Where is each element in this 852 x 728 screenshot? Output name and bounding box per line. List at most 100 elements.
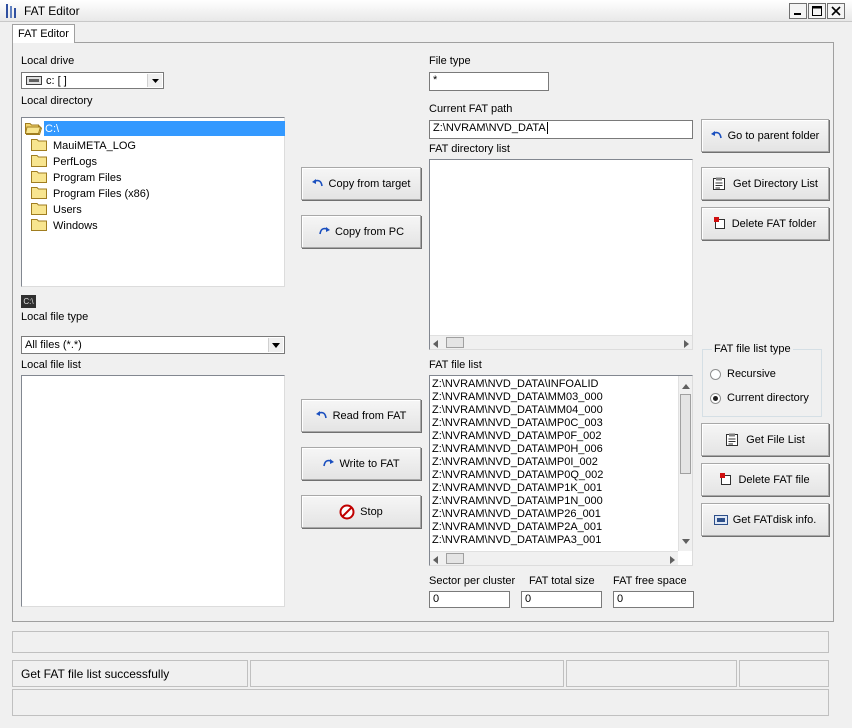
status-pane-3 bbox=[566, 660, 737, 687]
chevron-down-icon[interactable] bbox=[147, 74, 162, 87]
arrow-right-icon[interactable] bbox=[684, 339, 689, 349]
scrollbar-thumb[interactable] bbox=[446, 337, 464, 348]
recursive-radio[interactable] bbox=[710, 369, 721, 380]
list-item[interactable]: Z:\NVRAM\NVD_DATA\INFOALID bbox=[432, 378, 598, 391]
list-item[interactable]: Program Files bbox=[31, 170, 123, 185]
delete-icon bbox=[713, 217, 725, 229]
arrow-right-icon[interactable] bbox=[670, 555, 675, 565]
local-directory-list[interactable]: C:\ MauiMETA_LOG PerfLogs Program Files … bbox=[21, 117, 285, 287]
vertical-scrollbar[interactable] bbox=[678, 376, 692, 551]
list-item[interactable]: Z:\NVRAM\NVD_DATA\MPA3_001 bbox=[432, 534, 601, 547]
fat-directory-list-label: FAT directory list bbox=[429, 143, 510, 155]
fat-file-type-label: File type bbox=[429, 55, 471, 67]
chevron-down-icon[interactable] bbox=[268, 338, 283, 352]
go-to-parent-folder-button[interactable]: Go to parent folder bbox=[701, 119, 829, 152]
local-file-list[interactable] bbox=[21, 375, 285, 607]
radio-checked-icon[interactable] bbox=[710, 393, 721, 404]
list-item[interactable]: Users bbox=[31, 202, 84, 217]
clipboard-list-icon bbox=[713, 177, 726, 190]
stop-button[interactable]: Stop bbox=[301, 495, 421, 528]
list-item[interactable]: Z:\NVRAM\NVD_DATA\MP0F_002 bbox=[432, 430, 602, 443]
list-item[interactable]: Z:\NVRAM\NVD_DATA\MP0I_002 bbox=[432, 456, 598, 469]
undo-arrow-icon bbox=[710, 130, 722, 138]
current-path-indicator: C:\ bbox=[21, 295, 36, 308]
status-bar-bottom bbox=[12, 689, 829, 716]
status-message: Get FAT file list successfully bbox=[12, 660, 248, 687]
copy-from-pc-button[interactable]: Copy from PC bbox=[301, 215, 421, 248]
scrollbar-thumb[interactable] bbox=[680, 394, 691, 474]
status-pane-4 bbox=[739, 660, 829, 687]
fat-total-size-field[interactable]: 0 bbox=[521, 591, 602, 608]
close-button[interactable] bbox=[827, 3, 845, 19]
app-icon bbox=[3, 3, 19, 19]
current-directory-radio-label[interactable]: Current directory bbox=[727, 392, 809, 404]
fat-file-list-type-group bbox=[702, 349, 822, 417]
horizontal-scrollbar[interactable] bbox=[430, 335, 692, 349]
current-fat-path-input[interactable]: Z:\NVRAM\NVD_DATA bbox=[429, 120, 693, 139]
radio-unchecked-icon[interactable] bbox=[710, 369, 721, 380]
folder-open-icon bbox=[24, 121, 42, 137]
local-drive-select[interactable]: c: [ ] bbox=[21, 72, 164, 89]
sector-per-cluster-label: Sector per cluster bbox=[429, 575, 516, 587]
arrow-up-icon[interactable] bbox=[682, 380, 690, 392]
list-item[interactable]: Z:\NVRAM\NVD_DATA\MP2A_001 bbox=[432, 521, 602, 534]
stop-icon bbox=[339, 504, 355, 519]
current-directory-radio[interactable] bbox=[710, 393, 721, 404]
folder-icon bbox=[31, 154, 47, 170]
list-item[interactable]: MauiMETA_LOG bbox=[31, 138, 138, 153]
list-item[interactable]: Windows bbox=[31, 218, 100, 233]
progress-bar bbox=[12, 631, 829, 653]
list-item[interactable]: Program Files (x86) bbox=[31, 186, 152, 201]
list-item[interactable]: Z:\NVRAM\NVD_DATA\MP1N_000 bbox=[432, 495, 603, 508]
list-item-selected[interactable]: C:\ bbox=[24, 121, 59, 137]
get-file-list-button[interactable]: Get File List bbox=[701, 423, 829, 456]
minimize-button[interactable] bbox=[789, 3, 807, 19]
list-item[interactable]: Z:\NVRAM\NVD_DATA\MP26_001 bbox=[432, 508, 601, 521]
arrow-down-icon[interactable] bbox=[682, 535, 690, 547]
get-directory-list-button[interactable]: Get Directory List bbox=[701, 167, 829, 200]
status-pane-2 bbox=[250, 660, 564, 687]
fat-file-list[interactable]: Z:\NVRAM\NVD_DATA\INFOALID Z:\NVRAM\NVD_… bbox=[429, 375, 693, 566]
list-item[interactable]: Z:\NVRAM\NVD_DATA\MP1K_001 bbox=[432, 482, 602, 495]
sector-per-cluster-field[interactable]: 0 bbox=[429, 591, 510, 608]
local-drive-label: Local drive bbox=[21, 55, 75, 67]
folder-icon bbox=[31, 186, 47, 202]
folder-icon bbox=[31, 202, 47, 218]
copy-from-target-button[interactable]: Copy from target bbox=[301, 167, 421, 200]
fat-free-space-field[interactable]: 0 bbox=[613, 591, 694, 608]
local-file-type-select[interactable]: All files (*.*) bbox=[21, 336, 285, 354]
fat-file-list-type-title: FAT file list type bbox=[712, 343, 793, 355]
list-item[interactable]: Z:\NVRAM\NVD_DATA\MP0H_006 bbox=[432, 443, 603, 456]
undo-arrow-icon bbox=[311, 178, 323, 186]
list-item[interactable]: Z:\NVRAM\NVD_DATA\MM04_000 bbox=[432, 404, 603, 417]
fat-total-size-label: FAT total size bbox=[529, 575, 595, 587]
folder-icon bbox=[31, 218, 47, 234]
read-from-fat-button[interactable]: Read from FAT bbox=[301, 399, 421, 432]
current-fat-path-label: Current FAT path bbox=[429, 103, 513, 115]
title-bar[interactable]: FAT Editor bbox=[0, 0, 852, 22]
get-fat-disk-info-button[interactable]: Get FATdisk info. bbox=[701, 503, 829, 536]
fat-directory-list[interactable] bbox=[429, 159, 693, 350]
delete-fat-file-button[interactable]: Delete FAT file bbox=[701, 463, 829, 496]
text-caret bbox=[546, 122, 548, 134]
list-item[interactable]: PerfLogs bbox=[31, 154, 99, 169]
delete-fat-folder-button[interactable]: Delete FAT folder bbox=[701, 207, 829, 240]
arrow-left-icon[interactable] bbox=[433, 555, 438, 565]
recursive-radio-label[interactable]: Recursive bbox=[727, 368, 776, 380]
delete-icon bbox=[720, 473, 732, 485]
write-to-fat-button[interactable]: Write to FAT bbox=[301, 447, 421, 480]
list-item[interactable]: Z:\NVRAM\NVD_DATA\MP0Q_002 bbox=[432, 469, 603, 482]
horizontal-scrollbar[interactable] bbox=[430, 551, 678, 565]
list-item[interactable]: Z:\NVRAM\NVD_DATA\MP0C_003 bbox=[432, 417, 603, 430]
arrow-left-icon[interactable] bbox=[433, 339, 438, 349]
list-item[interactable]: Z:\NVRAM\NVD_DATA\MM03_000 bbox=[432, 391, 603, 404]
undo-arrow-icon bbox=[315, 410, 327, 418]
folder-icon bbox=[31, 138, 47, 154]
fat-free-space-label: FAT free space bbox=[613, 575, 687, 587]
fat-file-type-input[interactable]: * bbox=[429, 72, 549, 91]
tab-fat-editor[interactable]: FAT Editor bbox=[12, 24, 75, 43]
scrollbar-thumb[interactable] bbox=[446, 553, 464, 564]
local-file-type-label: Local file type bbox=[21, 311, 89, 323]
selected-row-highlight bbox=[44, 121, 285, 136]
maximize-button[interactable] bbox=[808, 3, 826, 19]
